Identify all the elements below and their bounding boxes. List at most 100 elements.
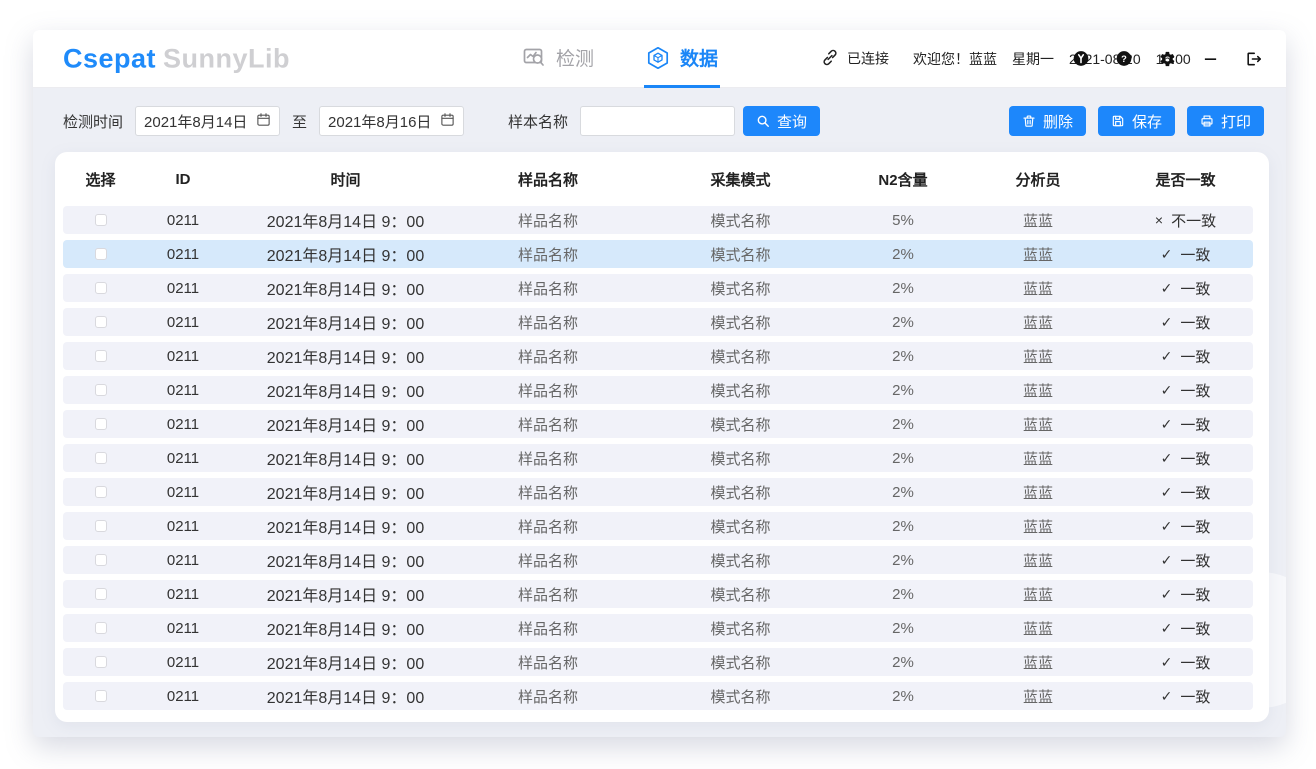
trash-icon: [1022, 114, 1036, 128]
print-button[interactable]: 打印: [1187, 106, 1264, 136]
match-label: 一致: [1180, 482, 1210, 503]
save-button[interactable]: 保存: [1098, 106, 1175, 136]
table-row[interactable]: 0211 2021年8月14日 9：00 样品名称 模式名称 2% 蓝蓝 ✓ 一…: [63, 444, 1253, 472]
cell-time: 2021年8月14日 9：00: [228, 650, 463, 674]
tab-detection[interactable]: 检测: [520, 30, 596, 88]
settings-gear-icon[interactable]: [1159, 50, 1176, 67]
delete-button-label: 删除: [1043, 111, 1073, 132]
cell-analyst: 蓝蓝: [958, 346, 1118, 367]
date-from-input[interactable]: 2021年8月14日: [135, 106, 280, 136]
sample-name-input[interactable]: [580, 106, 735, 136]
table-row[interactable]: 0211 2021年8月14日 9：00 样品名称 模式名称 2% 蓝蓝 ✓ 一…: [63, 682, 1253, 710]
table-row[interactable]: 0211 2021年8月14日 9：00 样品名称 模式名称 2% 蓝蓝 ✓ 一…: [63, 546, 1253, 574]
row-checkbox[interactable]: [95, 248, 107, 260]
cell-collect-mode: 模式名称: [633, 618, 848, 639]
cell-id: 0211: [138, 416, 228, 433]
logout-icon[interactable]: [1245, 50, 1262, 67]
cell-sample-name: 样品名称: [463, 448, 633, 469]
tools-circle-icon[interactable]: [1073, 51, 1089, 67]
row-checkbox[interactable]: [95, 554, 107, 566]
row-checkbox[interactable]: [95, 316, 107, 328]
print-button-label: 打印: [1221, 111, 1251, 132]
date-to-input[interactable]: 2021年8月16日: [319, 106, 464, 136]
column-header: 采集模式: [633, 169, 848, 190]
table-row[interactable]: 0211 2021年8月14日 9：00 样品名称 模式名称 2% 蓝蓝 ✓ 一…: [63, 512, 1253, 540]
date-from-value: 2021年8月14日: [144, 111, 256, 132]
cell-n2-content: 2%: [848, 484, 958, 501]
row-checkbox[interactable]: [95, 384, 107, 396]
tab-data[interactable]: 数据: [644, 30, 720, 88]
match-label: 一致: [1180, 346, 1210, 367]
cell-time: 2021年8月14日 9：00: [228, 276, 463, 300]
table-row[interactable]: 0211 2021年8月14日 9：00 样品名称 模式名称 2% 蓝蓝 ✓ 一…: [63, 580, 1253, 608]
match-label: 一致: [1180, 312, 1210, 333]
cell-collect-mode: 模式名称: [633, 584, 848, 605]
cell-time: 2021年8月14日 9：00: [228, 242, 463, 266]
cell-time: 2021年8月14日 9：00: [228, 208, 463, 232]
cell-collect-mode: 模式名称: [633, 414, 848, 435]
match-label: 一致: [1180, 584, 1210, 605]
help-circle-icon[interactable]: ?: [1116, 51, 1132, 67]
table-row[interactable]: 0211 2021年8月14日 9：00 样品名称 模式名称 2% 蓝蓝 ✓ 一…: [63, 274, 1253, 302]
table-row[interactable]: 0211 2021年8月14日 9：00 样品名称 模式名称 2% 蓝蓝 ✓ 一…: [63, 614, 1253, 642]
cell-match: ✓ 一致: [1118, 652, 1253, 673]
minimize-icon[interactable]: [1203, 51, 1218, 66]
table-row[interactable]: 0211 2021年8月14日 9：00 样品名称 模式名称 2% 蓝蓝 ✓ 一…: [63, 410, 1253, 438]
cell-sample-name: 样品名称: [463, 312, 633, 333]
row-checkbox[interactable]: [95, 656, 107, 668]
cell-match: ✓ 一致: [1118, 584, 1253, 605]
row-checkbox[interactable]: [95, 588, 107, 600]
row-checkbox[interactable]: [95, 452, 107, 464]
app-window: Csepat SunnyLib 检测: [33, 30, 1286, 737]
cell-time: 2021年8月14日 9：00: [228, 446, 463, 470]
query-button[interactable]: 查询: [743, 106, 820, 136]
row-checkbox[interactable]: [95, 690, 107, 702]
table-row[interactable]: 0211 2021年8月14日 9：00 样品名称 模式名称 2% 蓝蓝 ✓ 一…: [63, 376, 1253, 404]
data-table-card: 选择ID时间样品名称采集模式N2含量分析员是否一致 0211 2021年8月14…: [55, 152, 1269, 722]
table-row[interactable]: 0211 2021年8月14日 9：00 样品名称 模式名称 2% 蓝蓝 ✓ 一…: [63, 342, 1253, 370]
row-checkbox[interactable]: [95, 486, 107, 498]
row-checkbox[interactable]: [95, 622, 107, 634]
match-mark-icon: ✓: [1161, 314, 1173, 331]
cell-sample-name: 样品名称: [463, 380, 633, 401]
search-icon: [756, 114, 770, 128]
printer-icon: [1200, 114, 1214, 128]
main-nav: 检测 数据: [520, 30, 720, 88]
table-row[interactable]: 0211 2021年8月14日 9：00 样品名称 模式名称 2% 蓝蓝 ✓ 一…: [63, 308, 1253, 336]
table-row[interactable]: 0211 2021年8月14日 9：00 样品名称 模式名称 5% 蓝蓝 × 不…: [63, 206, 1253, 234]
cell-id: 0211: [138, 450, 228, 467]
save-button-label: 保存: [1132, 111, 1162, 132]
table-row[interactable]: 0211 2021年8月14日 9：00 样品名称 模式名称 2% 蓝蓝 ✓ 一…: [63, 478, 1253, 506]
cell-n2-content: 5%: [848, 212, 958, 229]
cell-sample-name: 样品名称: [463, 516, 633, 537]
column-header: ID: [138, 171, 228, 188]
row-checkbox[interactable]: [95, 214, 107, 226]
match-mark-icon: ✓: [1161, 586, 1173, 603]
to-label: 至: [292, 111, 307, 132]
cell-id: 0211: [138, 620, 228, 637]
table-row[interactable]: 0211 2021年8月14日 9：00 样品名称 模式名称 2% 蓝蓝 ✓ 一…: [63, 240, 1253, 268]
link-icon: [821, 48, 839, 69]
row-checkbox[interactable]: [95, 418, 107, 430]
column-header: 是否一致: [1118, 169, 1253, 190]
row-checkbox[interactable]: [95, 282, 107, 294]
cell-time: 2021年8月14日 9：00: [228, 310, 463, 334]
app-logo: Csepat SunnyLib: [63, 43, 290, 74]
table-row[interactable]: 0211 2021年8月14日 9：00 样品名称 模式名称 2% 蓝蓝 ✓ 一…: [63, 648, 1253, 676]
cell-collect-mode: 模式名称: [633, 516, 848, 537]
row-checkbox[interactable]: [95, 520, 107, 532]
app-header: Csepat SunnyLib 检测: [33, 30, 1286, 88]
sample-name-label: 样本名称: [508, 111, 568, 132]
delete-button[interactable]: 删除: [1009, 106, 1086, 136]
cell-n2-content: 2%: [848, 314, 958, 331]
cell-n2-content: 2%: [848, 382, 958, 399]
match-mark-icon: ✓: [1161, 280, 1173, 297]
cell-analyst: 蓝蓝: [958, 380, 1118, 401]
row-checkbox[interactable]: [95, 350, 107, 362]
cell-time: 2021年8月14日 9：00: [228, 616, 463, 640]
match-mark-icon: ✓: [1161, 450, 1173, 467]
cell-match: ✓ 一致: [1118, 380, 1253, 401]
cell-analyst: 蓝蓝: [958, 312, 1118, 333]
cell-time: 2021年8月14日 9：00: [228, 344, 463, 368]
sample-filter-group: 样本名称 查询: [508, 106, 820, 136]
